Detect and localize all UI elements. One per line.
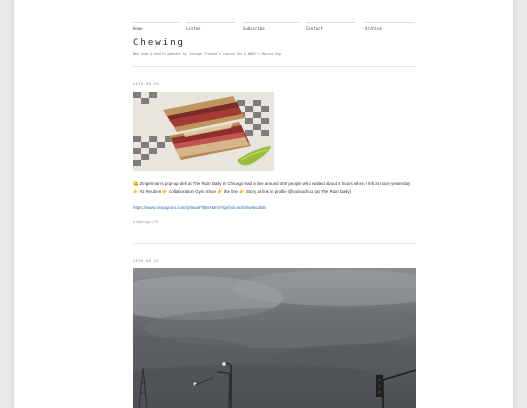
header-divider [133,66,416,67]
post-photo-sky[interactable] [133,268,416,408]
cloudy-sky-photo-image [133,268,416,408]
post-date[interactable]: 2018-08-26 [133,259,159,263]
post-date[interactable]: 2018-08-26 [133,82,159,86]
blog-title[interactable]: Chewing [133,38,185,48]
post-photo-sandwich[interactable] [133,92,274,171]
nav-home[interactable]: Home [133,22,179,31]
nav-contact[interactable]: Contact [306,22,356,31]
nav-subscribe[interactable]: Subscribe [243,22,299,31]
page: Home Listen Subscribe Contact Archive Ch… [14,0,513,408]
post-caption: 😋 Zingerman's pop-up deli at The Ruin Da… [133,181,411,194]
blog-tagline: New food & health podcast by Chicago Tri… [133,52,281,56]
post-meta[interactable]: 4 days ago | ⟲2 [133,220,159,224]
post-instagram-link[interactable]: https://www.instagram.com/p/BwaFfl88AMm/… [133,205,266,210]
sandwich-photo-image [133,92,274,171]
nav-listen[interactable]: Listen [186,22,236,31]
nav-archive[interactable]: Archive [365,22,415,31]
post-divider [133,243,416,244]
